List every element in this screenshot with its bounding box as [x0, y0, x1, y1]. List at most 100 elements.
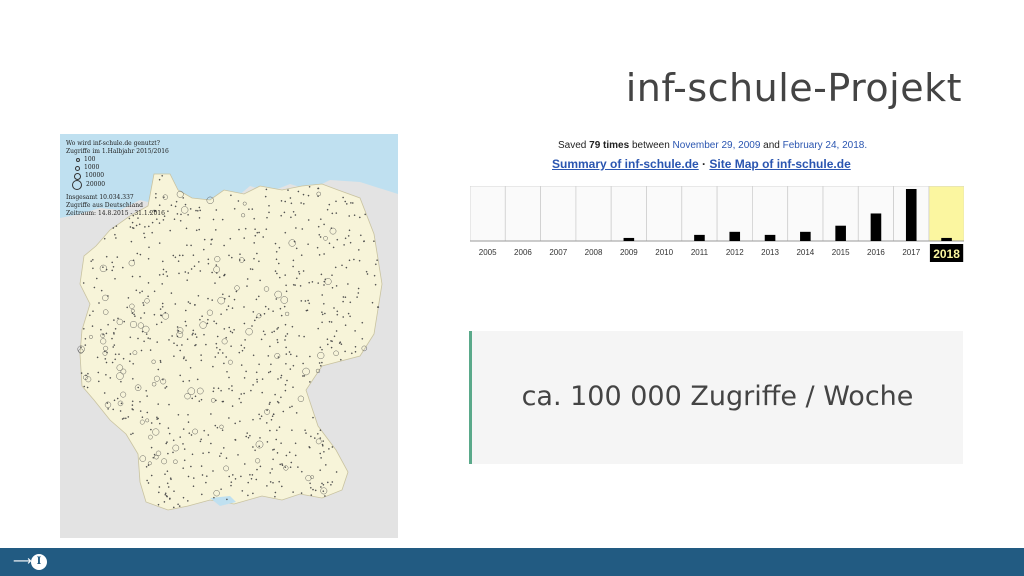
usage-dot	[269, 345, 271, 348]
usage-dot	[302, 193, 305, 196]
sitemap-link[interactable]: Site Map of inf-schule.de	[709, 157, 850, 171]
usage-dot	[170, 292, 173, 294]
usage-dot	[321, 348, 323, 351]
year-column-2013[interactable]	[751, 186, 789, 242]
usage-dot	[146, 395, 148, 397]
info-badge-icon[interactable]: I	[31, 554, 47, 570]
year-column-2005[interactable]	[470, 186, 506, 242]
year-column-2009[interactable]	[610, 186, 647, 242]
year-label-2011[interactable]: 2011	[691, 248, 709, 257]
usage-dot	[243, 347, 246, 349]
usage-dot	[269, 401, 271, 404]
year-column-2011[interactable]	[681, 186, 718, 242]
usage-dot	[132, 227, 135, 229]
year-label-2005[interactable]: 2005	[479, 248, 497, 257]
year-label-2010[interactable]: 2010	[655, 248, 673, 257]
usage-dot	[326, 338, 329, 340]
usage-dot	[199, 209, 201, 212]
usage-dot	[272, 310, 274, 312]
year-label-2017[interactable]: 2017	[902, 248, 920, 257]
usage-dot	[322, 490, 325, 493]
usage-dot	[177, 413, 180, 416]
year-column-2018[interactable]	[928, 186, 964, 242]
usage-dot	[147, 258, 150, 260]
usage-dot	[300, 470, 303, 473]
usage-dot	[272, 481, 274, 484]
usage-dot	[330, 227, 333, 229]
usage-dot	[279, 307, 282, 310]
capture-bar-2016	[870, 213, 882, 241]
usage-dot	[320, 486, 322, 488]
year-label-2007[interactable]: 2007	[549, 248, 567, 257]
usage-dot	[90, 260, 93, 262]
usage-dot	[275, 438, 277, 441]
usage-dot	[214, 282, 216, 284]
end-date-link[interactable]: February 24, 2018.	[783, 140, 868, 151]
usage-dot	[116, 256, 119, 258]
usage-dot	[284, 323, 287, 326]
usage-dot	[251, 208, 254, 210]
usage-dot	[161, 283, 163, 285]
usage-dot	[231, 307, 234, 309]
capture-bar-2009	[623, 237, 635, 241]
year-column-2007[interactable]	[540, 186, 577, 242]
usage-dot	[363, 240, 365, 243]
usage-dot	[281, 463, 283, 465]
usage-dot	[182, 467, 184, 470]
usage-dot	[234, 422, 236, 425]
year-label-2012[interactable]: 2012	[726, 248, 744, 257]
usage-dot	[254, 228, 256, 230]
usage-dot	[265, 228, 268, 230]
usage-dot	[208, 451, 210, 454]
start-date-link[interactable]: November 29, 2009	[673, 140, 761, 151]
year-label-2015[interactable]: 2015	[832, 248, 850, 257]
summary-link[interactable]: Summary of inf-schule.de	[552, 157, 699, 171]
usage-dot	[253, 217, 255, 220]
usage-dot	[189, 208, 192, 210]
year-column-2010[interactable]	[646, 186, 683, 242]
usage-dot	[276, 272, 278, 275]
year-label-2006[interactable]: 2006	[514, 248, 532, 257]
usage-dot	[279, 463, 281, 466]
usage-dot	[147, 464, 150, 466]
year-label-2018[interactable]: 2018	[933, 247, 960, 261]
usage-dot	[225, 356, 227, 358]
usage-dot	[112, 346, 115, 348]
usage-dot	[257, 295, 260, 298]
usage-dot	[196, 378, 199, 381]
usage-dot	[192, 477, 195, 479]
usage-dot	[324, 312, 326, 315]
usage-dot	[252, 384, 254, 386]
usage-dot	[310, 494, 313, 496]
usage-dot	[216, 426, 219, 429]
usage-dot	[184, 271, 187, 273]
usage-dot	[289, 466, 292, 469]
usage-dot	[308, 446, 311, 449]
year-label-2014[interactable]: 2014	[796, 248, 814, 257]
usage-dot	[136, 252, 139, 255]
usage-dot	[131, 404, 134, 406]
usage-dot	[350, 352, 353, 355]
usage-dot	[374, 263, 377, 266]
year-label-2013[interactable]: 2013	[761, 248, 779, 257]
usage-dot	[292, 265, 294, 268]
usage-dot	[202, 452, 204, 455]
usage-dot	[298, 270, 300, 273]
usage-dot	[228, 475, 230, 478]
usage-dot	[173, 218, 176, 220]
usage-dot	[98, 380, 100, 383]
usage-dot	[130, 240, 133, 243]
year-label-2009[interactable]: 2009	[620, 248, 638, 257]
arrow-icon[interactable]: ⟶	[13, 554, 32, 569]
year-label-2016[interactable]: 2016	[867, 248, 885, 257]
usage-dot	[259, 465, 262, 468]
usage-dot	[280, 314, 283, 317]
year-column-2008[interactable]	[575, 186, 612, 242]
map-legend: Wo wird inf-schule.de genutzt? Zugriffe …	[66, 140, 169, 218]
year-column-2006[interactable]	[504, 186, 541, 242]
capture-bar-2012	[729, 231, 741, 241]
year-label-2008[interactable]: 2008	[585, 248, 603, 257]
usage-dot	[184, 203, 187, 206]
usage-dot	[139, 400, 141, 403]
usage-dot	[247, 436, 250, 439]
